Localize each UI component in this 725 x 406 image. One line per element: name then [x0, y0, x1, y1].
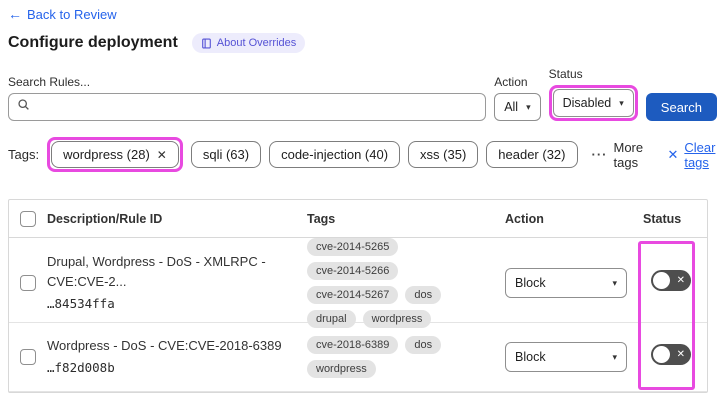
- column-header-tags: Tags: [307, 211, 336, 226]
- clear-tags-label: Clear tags: [684, 139, 716, 170]
- status-filter-label: Status: [548, 67, 583, 81]
- tag-chip-sqli[interactable]: sqli (63): [190, 141, 262, 168]
- rule-action-cell: Block ▾: [505, 342, 643, 372]
- tag-chip-xss[interactable]: xss (35): [408, 141, 479, 168]
- table-row: Wordpress - DoS - CVE:CVE-2018-6389 …f82…: [9, 323, 707, 392]
- row-checkbox-cell: [9, 349, 47, 365]
- chevron-down-icon: ▾: [612, 277, 617, 288]
- rule-tag-pill: cve-2014-5267: [307, 286, 399, 304]
- chevron-down-icon: ▾: [526, 101, 531, 112]
- tag-chip-label: xss (35): [420, 147, 467, 162]
- search-rules-input[interactable]: [36, 99, 478, 115]
- action-filter-select[interactable]: All ▾: [494, 93, 541, 121]
- action-select-value: Block: [515, 276, 546, 290]
- tag-chip-label: code-injection (40): [281, 147, 389, 162]
- tag-chip-label: header (32): [498, 147, 566, 162]
- back-arrow-icon: ←: [8, 6, 22, 22]
- toggle-knob: [653, 272, 670, 289]
- search-icon: [17, 98, 30, 116]
- action-select[interactable]: Block ▾: [505, 342, 627, 372]
- back-to-review-link[interactable]: ← Back to Review: [8, 6, 117, 22]
- column-header-description: Description/Rule ID: [47, 211, 163, 226]
- rule-tag-pill: cve-2014-5265: [307, 238, 399, 256]
- rule-tag-pill: cve-2018-6389: [307, 336, 399, 354]
- rule-tag-pill: cve-2014-5266: [307, 262, 399, 280]
- row-checkbox[interactable]: [20, 349, 36, 365]
- tag-chip-label: wordpress (28): [63, 147, 150, 162]
- rule-status-cell: ✕: [643, 270, 707, 296]
- rule-tag-pill: wordpress: [307, 360, 376, 378]
- tag-chip-wordpress[interactable]: wordpress (28) ✕: [51, 141, 179, 168]
- action-filter-group: Action All ▾: [494, 75, 541, 121]
- chevron-down-icon: ▾: [619, 97, 624, 108]
- chevron-down-icon: ▾: [612, 351, 617, 362]
- rule-description: Drupal, Wordpress - DoS - XMLRPC - CVE:C…: [47, 253, 266, 290]
- rule-id: …84534ffa: [47, 296, 115, 312]
- rule-status-cell: ✕: [643, 344, 707, 370]
- action-filter-value: All: [504, 100, 519, 114]
- row-checkbox[interactable]: [20, 275, 36, 291]
- action-select-value: Block: [515, 350, 546, 364]
- title-row: Configure deployment About Overrides: [8, 33, 717, 53]
- rule-description-cell: Drupal, Wordpress - DoS - XMLRPC - CVE:C…: [47, 252, 307, 315]
- toggle-off-icon: ✕: [676, 348, 685, 360]
- action-select[interactable]: Block ▾: [505, 268, 627, 298]
- search-group: Search Rules...: [8, 75, 487, 121]
- remove-tag-icon[interactable]: ✕: [157, 148, 167, 162]
- rule-description: Wordpress - DoS - CVE:CVE-2018-6389: [47, 337, 282, 353]
- clear-x-icon: ✕: [667, 146, 679, 162]
- about-badge-label: About Overrides: [216, 37, 297, 49]
- tags-bar: Tags: wordpress (28) ✕ sqli (63) code-in…: [8, 137, 717, 172]
- ellipsis-icon: ···: [591, 147, 608, 162]
- about-overrides-badge[interactable]: About Overrides: [191, 33, 306, 53]
- table-row: Drupal, Wordpress - DoS - XMLRPC - CVE:C…: [9, 238, 707, 328]
- tags-bar-label: Tags:: [8, 147, 40, 162]
- status-filter-select[interactable]: Disabled ▾: [552, 89, 634, 117]
- page-title: Configure deployment: [8, 34, 178, 51]
- select-all-checkbox[interactable]: [20, 210, 36, 227]
- search-button[interactable]: Search: [645, 93, 717, 121]
- clear-tags-button[interactable]: ✕ Clear tags: [667, 140, 717, 170]
- wordpress-chip-highlight-box: wordpress (28) ✕: [47, 137, 183, 172]
- action-filter-label: Action: [494, 75, 528, 89]
- status-toggle[interactable]: ✕: [651, 270, 691, 291]
- status-filter-highlight-box: Disabled ▾: [548, 85, 638, 121]
- more-tags-label: More tags: [613, 139, 644, 170]
- filter-row: Search Rules... Action All ▾ Status Disa…: [8, 67, 717, 121]
- rule-description-cell: Wordpress - DoS - CVE:CVE-2018-6389 …f82…: [47, 336, 307, 378]
- status-filter-value: Disabled: [562, 96, 612, 110]
- rules-table: Description/Rule ID Tags Action Status D…: [8, 199, 708, 393]
- column-header-status: Status: [643, 211, 682, 226]
- rule-id: …f82d008b: [47, 359, 115, 375]
- tag-chip-label: sqli (63): [202, 147, 250, 162]
- rule-tags-cell: cve-2018-6389 dos wordpress: [307, 336, 505, 378]
- search-rules-label: Search Rules...: [8, 75, 91, 89]
- toggle-off-icon: ✕: [676, 274, 685, 286]
- toggle-knob: [653, 346, 670, 363]
- column-header-action: Action: [505, 211, 544, 226]
- more-tags-button[interactable]: ··· More tags: [592, 140, 644, 170]
- back-link-label: Back to Review: [27, 6, 117, 22]
- table-header-row: Description/Rule ID Tags Action Status: [9, 200, 707, 238]
- rule-tags-cell: cve-2014-5265 cve-2014-5266 cve-2014-526…: [307, 238, 505, 328]
- search-box: [8, 93, 487, 121]
- rule-tag-pill: dos: [405, 286, 442, 304]
- row-checkbox-cell: [9, 275, 47, 291]
- book-icon: [201, 37, 212, 49]
- rule-action-cell: Block ▾: [505, 268, 643, 298]
- tag-chip-header[interactable]: header (32): [486, 141, 578, 168]
- tag-chip-code-injection[interactable]: code-injection (40): [269, 141, 401, 168]
- status-toggle[interactable]: ✕: [651, 344, 691, 365]
- rule-tag-pill: dos: [405, 336, 442, 354]
- header-checkbox-cell: [9, 210, 47, 227]
- rule-tag-pill: wordpress: [362, 310, 432, 328]
- rule-tag-pill: drupal: [307, 310, 356, 328]
- status-filter-group: Status Disabled ▾: [548, 67, 638, 121]
